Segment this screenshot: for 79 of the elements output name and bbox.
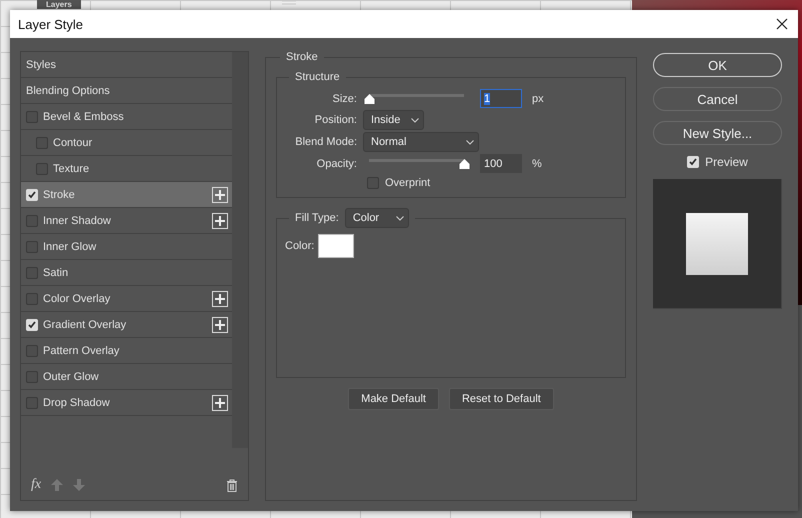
- checkbox[interactable]: [26, 292, 38, 304]
- caret-icon: [466, 140, 474, 144]
- effect-label: Satin: [43, 266, 70, 278]
- checkbox[interactable]: [26, 110, 38, 122]
- preview-thumbnail: [686, 212, 748, 274]
- effect-label: Texture: [53, 162, 90, 174]
- add-icon[interactable]: [212, 290, 228, 306]
- fx-button[interactable]: fx: [31, 477, 42, 493]
- dialog-button[interactable]: New Style...: [653, 121, 782, 145]
- slider-thumb[interactable]: [458, 158, 470, 168]
- dialog-button[interactable]: OK: [653, 53, 782, 77]
- effect-label: Gradient Overlay: [43, 318, 128, 330]
- style-list-item[interactable]: Pattern Overlay: [21, 338, 232, 364]
- style-list-item[interactable]: Inner Shadow: [21, 208, 232, 234]
- checkbox[interactable]: [26, 396, 38, 408]
- effect-label: Contour: [53, 136, 94, 148]
- opacity-input[interactable]: 100: [480, 154, 522, 173]
- checkbox[interactable]: [26, 240, 38, 252]
- checkbox[interactable]: [367, 177, 379, 189]
- panel-tab[interactable]: Layers: [37, 0, 81, 9]
- add-icon[interactable]: [212, 394, 228, 410]
- field-label: Fill Type:: [295, 212, 339, 224]
- checkbox[interactable]: [26, 214, 38, 226]
- color-swatch[interactable]: [318, 234, 354, 258]
- trash-icon[interactable]: [226, 478, 238, 492]
- caret-icon: [396, 216, 404, 220]
- style-list-item[interactable]: Drop Shadow: [21, 390, 232, 416]
- add-icon[interactable]: [212, 212, 228, 228]
- close-icon[interactable]: [776, 18, 788, 30]
- effect-label: Inner Shadow: [43, 214, 112, 226]
- checkbox-label: Preview: [705, 155, 748, 169]
- field-label: Position:: [314, 114, 357, 126]
- position-dropdown[interactable]: Inside: [363, 110, 424, 130]
- effect-label: Bevel & Emboss: [43, 110, 125, 122]
- style-list-item[interactable]: Stroke: [21, 182, 232, 208]
- up-arrow-icon[interactable]: [51, 479, 64, 491]
- effect-label: Pattern Overlay: [43, 344, 120, 356]
- checkbox[interactable]: [26, 266, 38, 278]
- unit-label: %: [532, 158, 542, 170]
- default-button[interactable]: Make Default: [348, 388, 439, 410]
- style-list-item[interactable]: Outer Glow: [21, 364, 232, 390]
- scrollbar[interactable]: [232, 52, 248, 448]
- add-icon[interactable]: [212, 316, 228, 332]
- checkbox[interactable]: [36, 162, 48, 174]
- style-list-item[interactable]: Contour: [21, 130, 232, 156]
- slider-thumb[interactable]: [364, 94, 374, 104]
- style-list-item[interactable]: Gradient Overlay: [21, 312, 232, 338]
- checkbox[interactable]: [26, 370, 38, 382]
- group-title: Structure: [294, 71, 341, 83]
- add-icon[interactable]: [212, 186, 228, 202]
- checkbox-label: Overprint: [385, 177, 430, 189]
- checkbox[interactable]: [26, 344, 38, 356]
- checkbox[interactable]: [36, 136, 48, 148]
- window-title: Layer Style: [18, 16, 84, 32]
- effect-label: Inner Glow: [43, 240, 98, 252]
- unit-label: px: [532, 92, 544, 104]
- down-arrow-icon[interactable]: [73, 479, 86, 491]
- style-list-item[interactable]: Bevel & Emboss: [21, 104, 232, 130]
- caret-icon: [411, 118, 419, 122]
- effect-label: Outer Glow: [43, 370, 100, 382]
- field-label: Blend Mode:: [294, 136, 357, 148]
- style-list-item[interactable]: Inner Glow: [21, 234, 232, 260]
- style-label: Styles: [26, 58, 57, 70]
- dialog-button[interactable]: Cancel: [653, 87, 782, 111]
- effect-label: Color Overlay: [43, 292, 112, 304]
- default-button[interactable]: Reset to Default: [448, 388, 554, 410]
- field-label: Size:: [332, 92, 357, 104]
- style-list-item[interactable]: Satin: [21, 260, 232, 286]
- blend-mode-dropdown[interactable]: Normal: [363, 132, 479, 152]
- fill-type-dropdown[interactable]: Color: [344, 208, 409, 228]
- menu-icon[interactable]: [282, 0, 296, 6]
- field-label: Opacity:: [316, 158, 357, 170]
- field-label: Color:: [285, 240, 314, 252]
- effect-label: Drop Shadow: [43, 396, 111, 408]
- size-input[interactable]: 1: [480, 89, 522, 108]
- effect-label: Stroke: [43, 188, 76, 200]
- style-label: Blending Options: [26, 84, 111, 96]
- style-list-item[interactable]: Color Overlay: [21, 286, 232, 312]
- group-title: Stroke: [285, 51, 319, 63]
